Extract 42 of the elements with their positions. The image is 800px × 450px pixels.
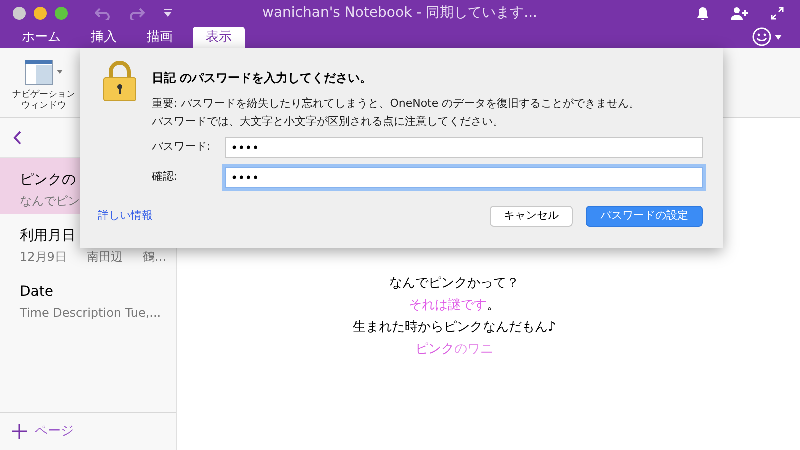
tab[interactable]: 挿入	[81, 27, 127, 48]
page-preview: 鶴…	[142, 249, 167, 265]
note-text: 生まれた時からピンクなんだもん♪	[352, 319, 556, 337]
more-info-link[interactable]: 詳しい情報	[98, 208, 153, 225]
note-text: なんでピンクかって？	[390, 275, 520, 293]
password-field[interactable]: ••••	[225, 137, 703, 158]
dialog-title: 日記 のパスワードを入力してください。	[152, 70, 374, 86]
window-title: wanichan's Notebook - 同期しています...	[262, 5, 538, 21]
note-text: ピンクのワニ	[416, 341, 494, 359]
page-item[interactable]: Date Time Description Tue,...	[0, 270, 176, 326]
caret-icon	[57, 70, 63, 74]
note-text: それは謎です。	[409, 297, 500, 315]
page-preview: 南田辺	[86, 249, 123, 265]
navigation-pane-button[interactable]: ナビゲーション ウィンドウ	[8, 60, 80, 117]
page-preview: Time Description Tue,...	[20, 305, 162, 321]
lock-icon	[103, 60, 137, 102]
customize-icon[interactable]	[163, 9, 173, 18]
page-title[interactable]: Date	[20, 283, 176, 301]
back-icon[interactable]	[13, 130, 22, 144]
field-label: 確認:	[152, 169, 179, 186]
plus-icon	[12, 424, 27, 439]
account-button[interactable]	[752, 27, 782, 47]
cancel-button[interactable]: キャンセル	[490, 206, 573, 227]
smiley-icon	[752, 27, 772, 47]
field-label: パスワード:	[152, 139, 212, 156]
page-preview: 12月9日	[20, 249, 67, 265]
bell-icon[interactable]	[697, 6, 709, 20]
close-button[interactable]	[13, 7, 26, 20]
add-person-icon[interactable]	[731, 7, 749, 20]
tab[interactable]: 表示	[193, 27, 245, 48]
dialog-message: パスワードでは、大文字と小文字が区別される点に注意してください。	[152, 114, 505, 130]
pane-layout-icon	[25, 60, 53, 85]
add-page-button[interactable]: ページ	[12, 422, 74, 442]
tab[interactable]: 描画	[137, 27, 183, 48]
caret-icon	[775, 34, 782, 40]
expand-icon[interactable]	[771, 7, 784, 20]
password-field[interactable]: ••••	[225, 167, 703, 188]
page-preview: なんでピン	[20, 193, 80, 209]
tab[interactable]: ホーム	[12, 27, 71, 48]
minimize-button[interactable]	[34, 7, 47, 20]
dialog-message: 重要: パスワードを紛失したり忘れてしまうと、OneNote のデータを復旧することができません。	[152, 96, 642, 112]
zoom-button[interactable]	[55, 7, 68, 20]
